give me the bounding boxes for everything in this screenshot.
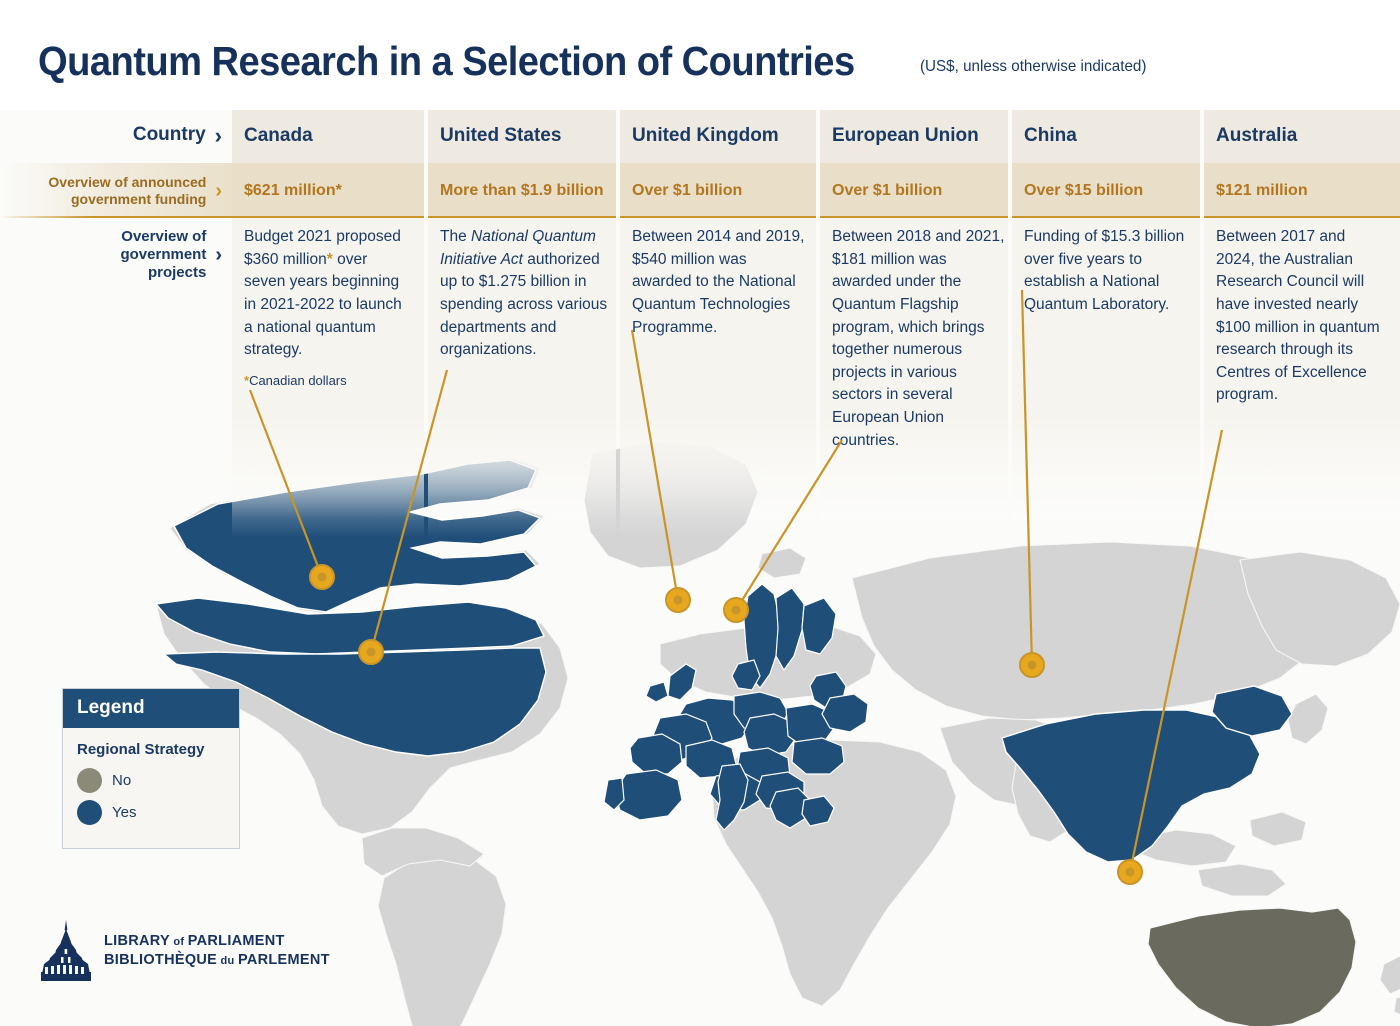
page-subtitle: (US$, unless otherwise indicated) — [920, 58, 1147, 75]
logo-library: LIBRARY — [104, 933, 171, 950]
footnote-canada: *Canadian dollars — [244, 373, 347, 388]
project-text-canada: Budget 2021 proposed $360 million* over … — [244, 228, 402, 359]
legend-item-no: No — [77, 768, 225, 793]
legend-body: Regional Strategy No Yes — [63, 728, 239, 848]
logo-line-english: LIBRARY of PARLIAMENT — [104, 932, 330, 951]
page-title: Quantum Research in a Selection of Count… — [38, 38, 855, 84]
legend-swatch-no-icon — [77, 768, 102, 793]
country-columns: Canada $621 million* Budget 2021 propose… — [0, 108, 1400, 1026]
footnote-canada-text: Canadian dollars — [249, 373, 347, 388]
project-text-european-union: Between 2018 and 2021, $181 million was … — [832, 228, 1005, 449]
funding-value-canada: $621 million* — [244, 181, 342, 199]
column-header-australia: Australia — [1216, 124, 1298, 146]
legend-swatch-yes-icon — [77, 800, 102, 825]
logo-text: LIBRARY of PARLIAMENT BIBLIOTHÈQUE du PA… — [104, 932, 330, 969]
column-header-china: China — [1024, 124, 1077, 146]
project-text-china: Funding of $15.3 billion over five years… — [1024, 228, 1185, 313]
column-header-united-states: United States — [440, 124, 562, 146]
logo-parlement: PARLEMENT — [237, 952, 330, 968]
project-text-australia: Between 2017 and 2024, the Australian Re… — [1216, 228, 1380, 404]
logo-bibliotheque: BIBLIOTHÈQUE — [104, 952, 218, 968]
column-header-united-kingdom: United Kingdom — [632, 124, 779, 146]
logo-parliament: PARLIAMENT — [187, 933, 285, 950]
funding-value-australia: $121 million — [1216, 181, 1308, 199]
legend-item-yes: Yes — [77, 800, 225, 825]
parliament-library-building-icon — [41, 920, 91, 981]
logo-du: du — [217, 955, 238, 967]
logo-of: of — [170, 936, 188, 949]
library-of-parliament-logo: LIBRARY of PARLIAMENT BIBLIOTHÈQUE du PA… — [40, 920, 330, 982]
legend-label-no: No — [112, 772, 132, 789]
logo-line-french: BIBLIOTHÈQUE du PARLEMENT — [104, 951, 330, 970]
legend-title: Legend — [63, 689, 239, 728]
funding-value-united-kingdom: Over $1 billion — [632, 181, 743, 199]
legend-subtitle: Regional Strategy — [77, 741, 205, 758]
project-text-united-states: The National Quantum Initiative Act auth… — [440, 228, 608, 359]
legend-box: Legend Regional Strategy No Yes — [62, 688, 240, 849]
project-text-united-kingdom: Between 2014 and 2019, $540 million was … — [632, 228, 805, 336]
legend-label-yes: Yes — [112, 804, 137, 821]
column-header-european-union: European Union — [832, 124, 979, 146]
funding-value-united-states: More than $1.9 billion — [440, 181, 604, 199]
column-header-canada: Canada — [244, 124, 313, 146]
title-bar: Quantum Research in a Selection of Count… — [0, 0, 1400, 110]
funding-value-european-union: Over $1 billion — [832, 181, 943, 199]
funding-value-china: Over $15 billion — [1024, 181, 1144, 199]
